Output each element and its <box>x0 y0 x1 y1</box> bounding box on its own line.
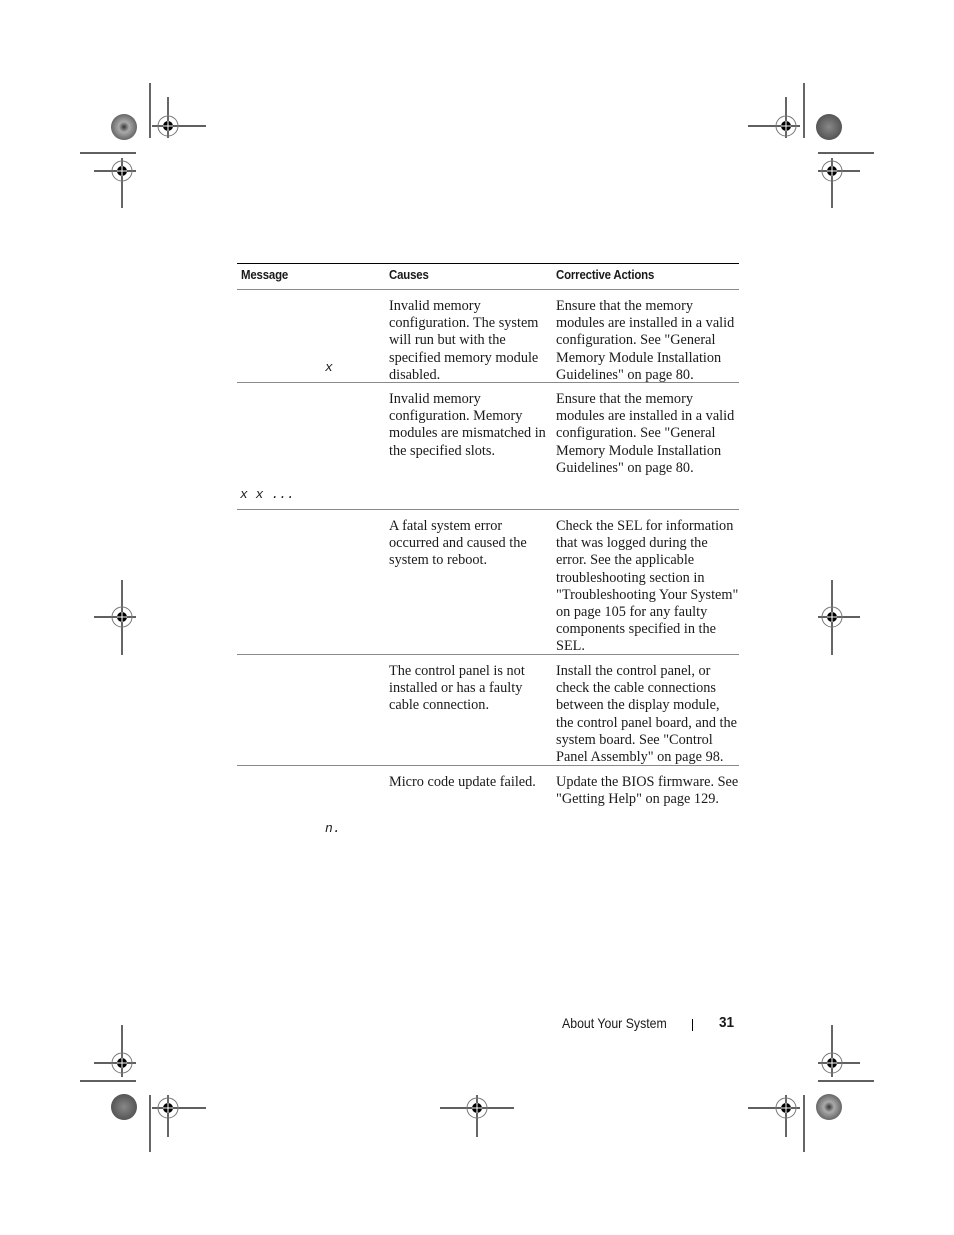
crop-mark-bottom-left <box>80 1025 206 1152</box>
table-row: x x ... Invalid memory configuration. Me… <box>237 383 739 510</box>
footer-section-title: About Your System <box>562 1015 667 1031</box>
page-number: 31 <box>719 1014 735 1031</box>
table-row: A fatal system error occurred and caused… <box>237 510 739 655</box>
crop-mark-middle-left <box>94 580 136 655</box>
actions-cell: Install the control panel, or check the … <box>556 663 738 766</box>
header-causes: Causes <box>389 267 429 282</box>
causes-cell: The control panel is not installed or ha… <box>389 663 525 714</box>
actions-cell: Check the SEL for information that was l… <box>556 518 739 655</box>
crop-mark-bottom-center <box>440 1095 514 1137</box>
message-cell: n. <box>325 821 341 836</box>
crop-mark-middle-right <box>818 580 860 655</box>
header-corrective-actions: Corrective Actions <box>556 267 655 282</box>
causes-cell: A fatal system error occurred and caused… <box>389 518 527 569</box>
actions-cell: Update the BIOS firmware. See "Getting H… <box>556 774 739 808</box>
actions-cell: Ensure that the memory modules are insta… <box>556 391 735 476</box>
message-cell: x <box>325 360 333 375</box>
message-cell: x x ... <box>240 487 295 502</box>
table-header: Message Causes Corrective Actions <box>237 263 739 290</box>
causes-cell: Micro code update failed. <box>389 774 536 790</box>
footer-separator <box>692 1019 693 1031</box>
header-message: Message <box>241 267 289 282</box>
table-row: The control panel is not installed or ha… <box>237 655 739 766</box>
error-message-table: Message Causes Corrective Actions x Inva… <box>237 263 739 841</box>
crop-mark-top-left <box>80 83 206 208</box>
causes-cell: Invalid memory configuration. Memory mod… <box>389 391 546 459</box>
table-row: n. Micro code update failed. Update the … <box>237 766 739 841</box>
causes-cell: Invalid memory configuration. The system… <box>389 298 539 383</box>
table-row: x Invalid memory configuration. The syst… <box>237 290 739 383</box>
crop-mark-bottom-right <box>748 1025 874 1152</box>
crop-mark-top-right <box>748 83 874 208</box>
actions-cell: Ensure that the memory modules are insta… <box>556 298 735 383</box>
